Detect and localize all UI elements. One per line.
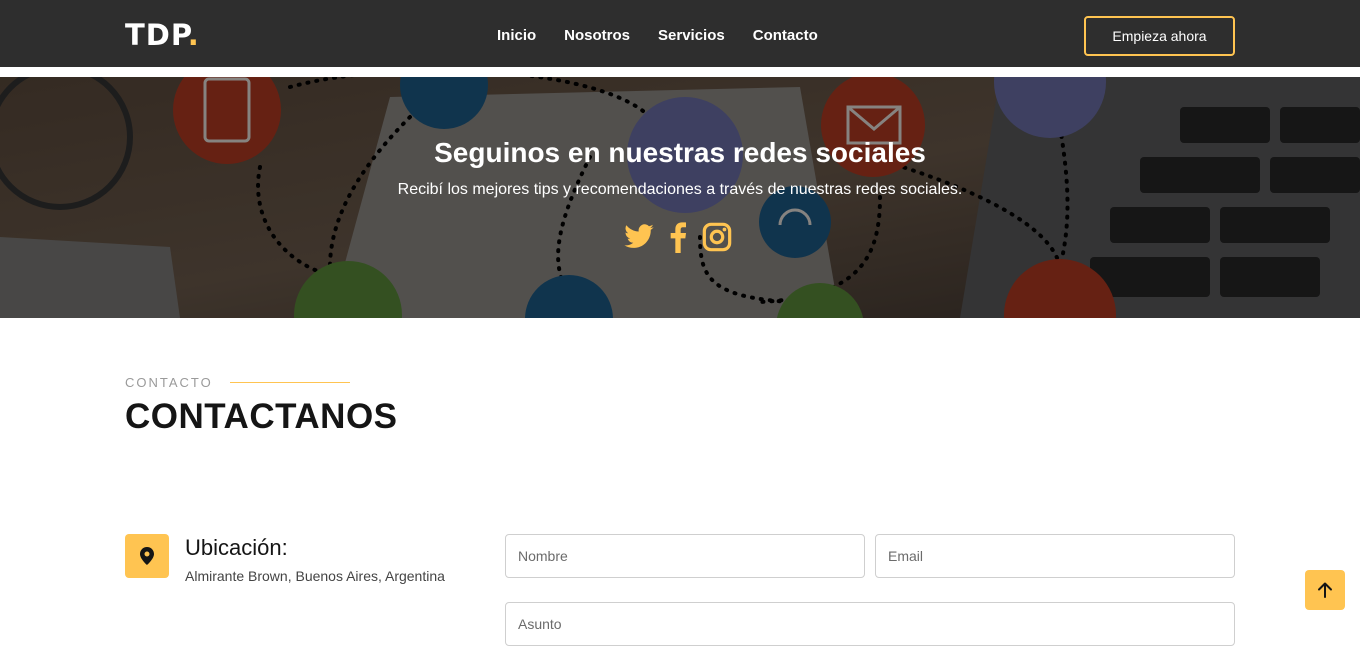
hero-title: Seguinos en nuestras redes sociales bbox=[434, 137, 926, 168]
map-pin-icon bbox=[125, 534, 169, 578]
location-text: Almirante Brown, Buenos Aires, Argentina bbox=[185, 568, 445, 584]
social-hero: Seguinos en nuestras redes sociales Reci… bbox=[0, 77, 1360, 318]
nav-item-nosotros[interactable]: Nosotros bbox=[564, 27, 630, 44]
get-started-button[interactable]: Empieza ahora bbox=[1084, 16, 1235, 56]
section-label-divider bbox=[230, 382, 350, 383]
location-title: Ubicación: bbox=[185, 535, 288, 560]
name-input[interactable] bbox=[505, 534, 865, 578]
site-header: TDP. Inicio Nosotros Servicios Contacto … bbox=[0, 0, 1360, 72]
email-input[interactable] bbox=[875, 534, 1235, 578]
back-to-top-button[interactable] bbox=[1305, 570, 1345, 610]
nav-item-contacto[interactable]: Contacto bbox=[753, 27, 818, 44]
instagram-icon[interactable] bbox=[701, 221, 733, 253]
logo-text: TDP bbox=[125, 18, 188, 52]
subject-input[interactable] bbox=[505, 602, 1235, 646]
arrow-up-icon bbox=[1318, 582, 1332, 598]
social-links bbox=[623, 221, 733, 253]
hero-subtitle: Recibí los mejores tips y recomendacione… bbox=[397, 181, 963, 198]
nav-item-servicios[interactable]: Servicios bbox=[658, 27, 725, 44]
logo[interactable]: TDP. bbox=[125, 18, 200, 52]
section-title: CONTACTANOS bbox=[125, 397, 398, 436]
twitter-icon[interactable] bbox=[623, 221, 655, 253]
section-label: CONTACTO bbox=[125, 375, 213, 390]
facebook-icon[interactable] bbox=[667, 221, 689, 253]
main-nav: Inicio Nosotros Servicios Contacto bbox=[497, 27, 846, 44]
nav-item-inicio[interactable]: Inicio bbox=[497, 27, 536, 44]
logo-dot: . bbox=[187, 18, 200, 52]
